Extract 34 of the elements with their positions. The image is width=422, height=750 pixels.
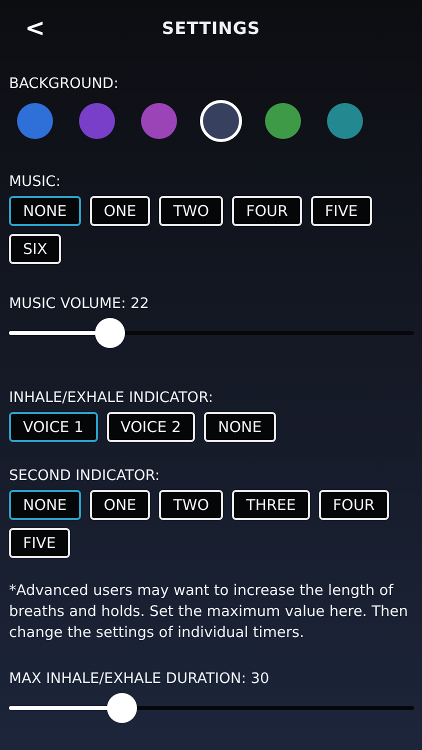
color-swatch[interactable] [265,103,301,139]
section-label: BACKGROUND: [9,76,120,92]
slider-thumb[interactable] [95,318,126,348]
option-button[interactable]: THREE [232,490,310,520]
option-button[interactable]: VOICE 2 [106,412,195,442]
option-button[interactable]: FOUR [232,196,302,226]
slider[interactable] [9,318,414,348]
option-button[interactable]: FOUR [318,490,389,520]
back-button[interactable]: < [19,12,52,44]
option-button[interactable]: NONE [204,412,276,442]
color-swatch[interactable] [327,103,363,139]
option-button[interactable]: ONE [90,490,150,520]
slider-thumb[interactable] [107,693,138,723]
color-swatch[interactable] [141,103,177,139]
option-button[interactable]: VOICE 1 [9,412,98,442]
section-label: INHALE/EXHALE INDICATOR: [9,390,214,406]
option-button[interactable]: NONE [9,490,81,520]
option-button[interactable]: SIX [9,234,62,264]
color-swatch[interactable] [17,103,53,139]
section-label: MUSIC: [9,174,62,190]
option-button[interactable]: NONE [9,196,81,226]
option-button[interactable]: FIVE [9,528,70,558]
color-swatch[interactable] [200,100,242,142]
section-label: MAX INHALE/EXHALE DURATION: 30 [9,671,270,687]
option-button[interactable]: ONE [90,196,150,226]
page-title: SETTINGS [162,19,260,39]
slider[interactable] [9,693,414,723]
color-swatch[interactable] [79,103,115,139]
section-label: MUSIC VOLUME: 22 [9,296,150,312]
option-button[interactable]: FIVE [310,196,372,226]
note-text: *Advanced users may want to increase the length of breaths and holds. Set the maximum value here. Then change the settings of individual timers. [9,581,409,643]
option-button[interactable]: TWO [159,490,224,520]
section-label: SECOND INDICATOR: [9,468,161,484]
option-button[interactable]: TWO [159,196,224,226]
